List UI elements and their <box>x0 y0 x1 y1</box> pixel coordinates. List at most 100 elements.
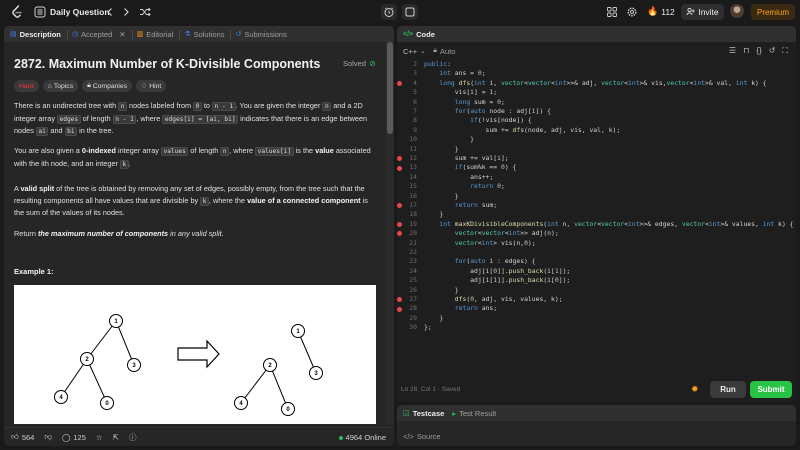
code-text: long sum = 0; <box>454 97 505 106</box>
arrow-right-icon <box>177 339 220 369</box>
comments-button[interactable]: ◯ 125 <box>62 433 86 442</box>
streak-counter[interactable]: 🔥 112 <box>647 6 675 17</box>
tab-test-result[interactable]: ▸ Test Result <box>452 409 496 418</box>
tab-solutions[interactable]: ⚗ Solutions <box>184 29 232 39</box>
favorite-button[interactable]: ☆ <box>96 433 103 442</box>
code-line[interactable]: 18 } <box>397 210 796 219</box>
code-line[interactable]: 23 for(auto i : edges) { <box>397 257 796 266</box>
tab-submissions[interactable]: ↺ Submissions <box>235 30 292 39</box>
code-tab[interactable]: </> Code <box>397 26 796 42</box>
apps-grid-icon[interactable] <box>606 6 618 18</box>
notes-button[interactable] <box>402 4 418 20</box>
breakpoint-icon[interactable] <box>397 231 402 237</box>
hint-tag[interactable]: ♢ Hint <box>136 80 167 92</box>
code-line[interactable]: 7 for(auto node : adj[i]) { <box>397 107 796 116</box>
submit-button[interactable]: Submit <box>750 381 792 398</box>
code-line[interactable]: 19 int maxKDivisibleComponents(int n, ve… <box>397 220 796 229</box>
line-number: 22 <box>409 248 417 256</box>
tab-accepted-label: Accepted <box>81 29 113 39</box>
language-select[interactable]: C++ ⌄ <box>403 47 425 56</box>
like-button[interactable]: 👍︎ 564 <box>11 432 34 442</box>
reset-icon[interactable]: ↺ <box>769 46 776 56</box>
left-tab-bar: ▤ Description ◷ Accepted ✕ ▥ Editorial ⚗… <box>4 26 394 42</box>
sparkle-icon[interactable]: ✸ <box>691 384 699 395</box>
code-line[interactable]: 21 vector<int> vis(n,0); <box>397 239 796 248</box>
description-scrollbar[interactable] <box>386 42 394 424</box>
code-text: ans++; <box>424 172 494 181</box>
code-line[interactable]: 8 if(!vis[node]) { <box>397 116 796 125</box>
shuffle-icon[interactable] <box>139 5 151 19</box>
code-text: sum += dfs(node, adj, vis, val, k); <box>424 125 621 134</box>
dislike-button[interactable]: 👎︎ <box>44 432 52 442</box>
problem-title[interactable]: 2872. Maximum Number of K-Divisible Comp… <box>14 57 320 71</box>
premium-button[interactable]: Premium <box>751 4 795 20</box>
code-line[interactable]: 9 sum += dfs(node, adj, vis, val, k); <box>397 126 796 135</box>
question-icon: ⓘ <box>128 432 137 442</box>
editor-status: Ln 28, Col 1 · Saved <box>401 386 461 393</box>
code-line[interactable]: 16 } <box>397 192 796 201</box>
code-line[interactable]: 28 return ans; <box>397 304 796 313</box>
avatar[interactable] <box>730 4 744 18</box>
run-button[interactable]: Run <box>710 381 746 398</box>
braces-icon[interactable]: {} <box>756 46 761 56</box>
share-button[interactable]: ⇱ <box>113 433 119 442</box>
fullscreen-icon[interactable]: ⛶ <box>782 46 788 56</box>
source-toggle[interactable]: </> Source <box>403 432 441 441</box>
chevron-left-icon[interactable] <box>105 5 115 19</box>
timer-button[interactable] <box>381 4 397 20</box>
code-text: for(auto node : adj[i]) { <box>454 107 551 115</box>
breakpoint-icon[interactable] <box>397 297 402 303</box>
topics-tag[interactable]: ⌂ Topics <box>42 80 79 92</box>
bookmark-icon[interactable]: ⊓ <box>743 46 749 56</box>
breakpoint-icon[interactable] <box>397 221 402 227</box>
comment-count: 125 <box>73 432 86 442</box>
daily-question-title[interactable]: Daily Question <box>50 7 110 17</box>
tab-accepted[interactable]: ◷ Accepted ✕ <box>72 29 133 39</box>
code-line[interactable]: 12 sum += val[i]; <box>397 154 796 163</box>
code-line[interactable]: 26 } <box>397 286 796 295</box>
code-line[interactable]: 29 } <box>397 314 796 323</box>
code-line[interactable]: 6 long sum = 0; <box>397 98 796 107</box>
code-line[interactable]: 13 if(sum%k == 0) { <box>397 163 796 172</box>
code-line[interactable]: 3 int ans = 0; <box>397 69 796 78</box>
breakpoint-icon[interactable] <box>397 80 402 86</box>
code-line[interactable]: 27 dfs(0, adj, vis, values, k); <box>397 295 796 304</box>
invite-button[interactable]: Invite <box>681 4 724 20</box>
code-line[interactable]: 2 public: <box>397 60 796 69</box>
code-line[interactable]: 4 long dfs(int i, vector<vector<int>>& a… <box>397 79 796 88</box>
code-line[interactable]: 30}; <box>397 323 796 332</box>
tab-editorial[interactable]: ▥ Editorial <box>137 29 181 39</box>
breakpoint-icon[interactable] <box>397 203 402 209</box>
code-line[interactable]: 20 vector<vector<int>> adj(n); <box>397 229 796 238</box>
code-line[interactable]: 10 } <box>397 135 796 144</box>
auto-mode-toggle[interactable]: 🔒︎ Auto <box>433 47 455 56</box>
code-line[interactable]: 14 ans++; <box>397 173 796 182</box>
leetcode-logo-icon[interactable] <box>10 5 24 19</box>
gear-icon[interactable] <box>626 6 638 18</box>
breakpoint-icon[interactable] <box>397 156 402 162</box>
breakpoint-icon[interactable] <box>397 306 402 312</box>
line-number: 16 <box>409 191 417 200</box>
chevron-right-icon[interactable] <box>121 5 131 19</box>
line-number: 30 <box>409 323 417 332</box>
code-line[interactable]: 22 <box>397 248 796 257</box>
code-text: dfs(0, adj, vis, values, k); <box>454 295 563 303</box>
line-number: 14 <box>409 172 417 181</box>
code-text: for(auto i : edges) { <box>454 257 536 266</box>
breakpoint-icon[interactable] <box>397 165 402 171</box>
scroll-thumb[interactable] <box>387 42 393 134</box>
help-button[interactable]: ⓘ <box>129 432 137 443</box>
code-line[interactable]: 25 adj[i[1]].push_back(i[0]); <box>397 276 796 285</box>
tab-testcase[interactable]: ☑ Testcase <box>403 409 444 418</box>
code-line[interactable]: 24 adj[i[0]].push_back(i[1]); <box>397 267 796 276</box>
code-editor[interactable]: 2 public: 3 int ans = 0; 4 long dfs(int i, … <box>397 60 796 360</box>
code-line[interactable]: 17 return sum; <box>397 201 796 210</box>
code-line[interactable]: 5 vis[i] = 1; <box>397 88 796 97</box>
close-icon[interactable]: ✕ <box>119 30 125 39</box>
code-line[interactable]: 11 } <box>397 145 796 154</box>
format-icon[interactable]: ☰ <box>729 46 736 56</box>
tab-description[interactable]: ▤ Description <box>10 29 68 39</box>
code-line[interactable]: 15 return 0; <box>397 182 796 191</box>
problem-list-icon[interactable] <box>34 6 46 18</box>
companies-tag[interactable]: 🔒︎ Companies <box>82 80 133 92</box>
